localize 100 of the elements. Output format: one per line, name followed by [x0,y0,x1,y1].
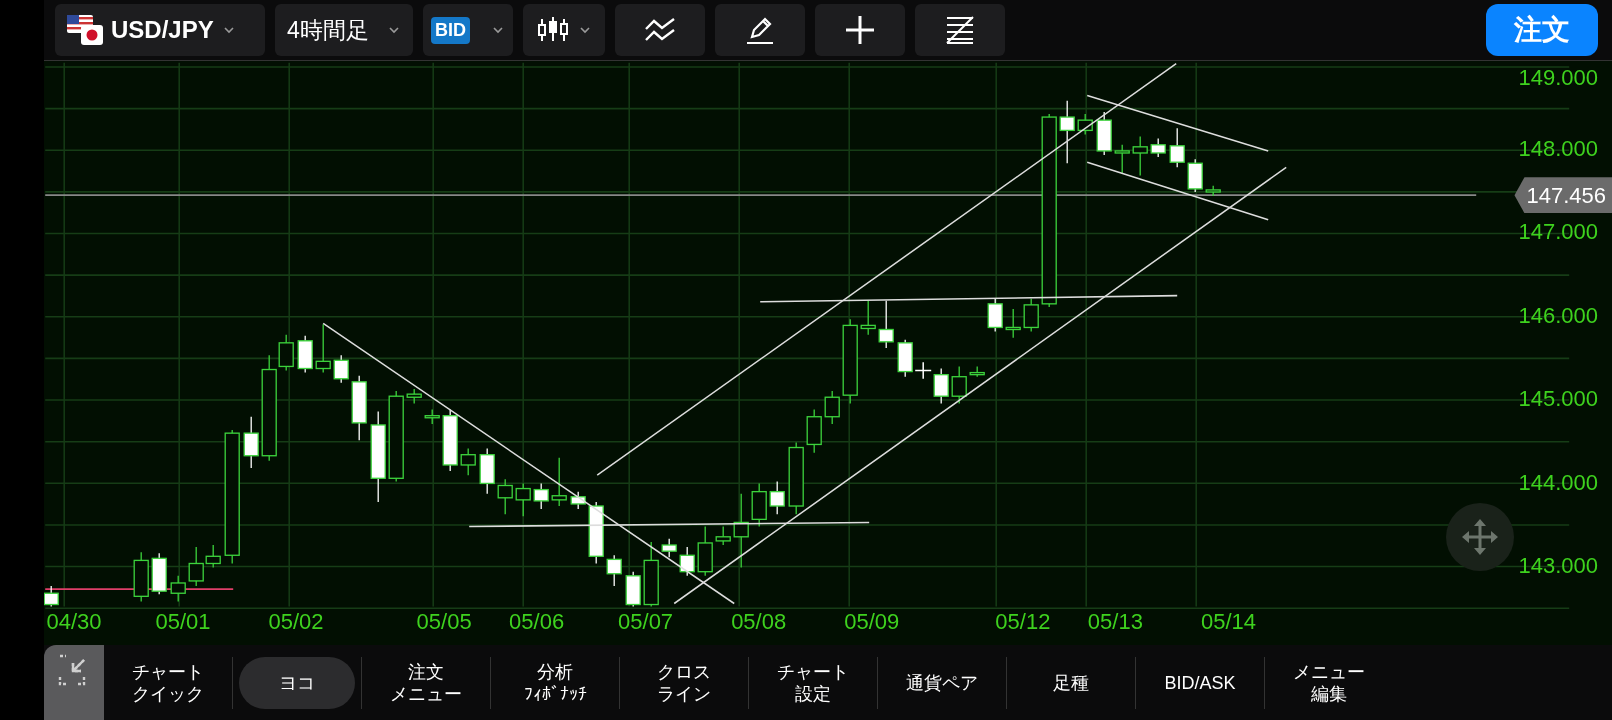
date-axis-label: 05/06 [509,611,565,633]
crosshair-icon [844,14,876,46]
candlestick [987,298,1003,333]
menu-tab[interactable]: ヨコ [239,656,355,709]
menu-tab[interactable]: 分析 ﾌｨﾎﾞﾅｯﾁ [507,656,603,709]
candlestick [333,354,349,384]
candlestick [661,538,677,558]
candlestick [1187,158,1203,193]
candlestick [969,365,985,378]
candlestick [1205,185,1221,197]
date-axis-label: 05/13 [1087,611,1143,633]
drawing-tool-button[interactable] [715,4,805,56]
candlestick [151,552,167,595]
candlestick [533,482,549,510]
candlestick [878,300,894,349]
candlestick [1169,127,1185,168]
trend-line[interactable] [468,521,870,528]
menu-tab[interactable]: 通貨ペア [890,656,994,709]
price-axis-label: 144.000 [1518,471,1598,494]
candlestick [769,480,785,515]
price-type-selector[interactable]: BID [423,4,513,56]
order-button[interactable]: 注文 [1486,4,1598,56]
candlestick-icon [536,16,570,44]
currency-pair-selector[interactable]: USD/JPY [55,4,265,56]
date-axis-label: 04/30 [46,611,102,633]
candlestick [625,571,641,608]
candlestick [1059,100,1075,164]
menu-tab[interactable]: メニュー 編集 [1277,656,1381,709]
price-axis-label: 145.000 [1518,388,1598,411]
candlestick [551,457,567,507]
candlestick [606,554,622,587]
candlestick [824,390,840,425]
candlestick [44,585,59,608]
candlestick [1114,144,1130,175]
candlestick [570,491,586,510]
timeframe-selector[interactable]: 4時間足 [275,4,413,56]
candlestick [297,335,313,374]
pencil-icon [744,15,776,45]
candlestick [406,388,422,405]
date-axis-label: 05/02 [268,611,324,633]
date-axis-label: 05/12 [995,611,1051,633]
date-axis-label: 05/05 [416,611,472,633]
candlestick [1150,137,1166,158]
date-axis-label: 05/01 [155,611,211,633]
date-axis-label: 05/09 [844,611,900,633]
candlestick [1023,298,1039,333]
price-axis-label: 148.000 [1518,138,1598,160]
menu-tab[interactable]: 注文 メニュー [374,656,478,709]
trend-line[interactable] [322,322,735,605]
candlestick [1077,113,1093,136]
candlestick [497,478,513,515]
trend-line[interactable] [596,62,1177,476]
candlestick [1132,135,1148,177]
candlestick [442,408,458,472]
candlestick [424,408,440,425]
candlestick [351,375,367,441]
indicator-button[interactable] [615,4,705,56]
date-axis-label: 05/07 [618,611,674,633]
candlestick [460,447,476,476]
crosshair-cursor-icon [914,361,932,380]
menu-tab[interactable]: チャート 設定 [761,656,865,709]
candlestick [697,525,713,577]
candlestick [588,501,604,565]
menu-tab[interactable]: クロス ライン [641,656,727,709]
menu-tab[interactable]: BID/ASK [1148,656,1252,709]
collapse-button[interactable] [44,645,104,720]
price-axis-label: 143.000 [1518,555,1598,577]
candlestick [170,575,186,603]
candlestick [897,339,913,378]
candlestick [1005,308,1021,339]
candlestick [1096,111,1112,156]
candlestick [751,482,767,528]
candlestick [133,551,149,603]
price-axis-label: 147.000 [1518,221,1598,244]
menu-tab[interactable]: チャート クイック [116,656,220,709]
trend-line[interactable] [673,166,1287,605]
candlestick [951,365,967,405]
candlestick [243,416,259,469]
price-axis-label: 149.000 [1518,67,1598,89]
flag-icon [67,15,103,45]
candlestick [933,367,949,405]
candlestick [515,482,531,517]
candlestick [315,323,331,374]
candlestick [806,408,822,454]
price-axis-label: 146.000 [1518,304,1598,327]
chart-type-selector[interactable] [523,4,605,56]
current-price-tag: 147.456 [1514,177,1612,214]
candlestick [479,447,495,495]
trend-line[interactable] [1086,161,1269,221]
candlestick [860,300,876,336]
crosshair-button[interactable] [815,4,905,56]
menu-tab[interactable]: 足種 [1037,656,1105,709]
date-axis-label: 05/08 [731,611,787,633]
candlestick [679,546,695,577]
candlestick [643,541,659,608]
trend-line[interactable] [759,294,1178,303]
candlestick [715,525,731,546]
move-arrows-icon [1460,517,1500,557]
trend-line[interactable] [1086,94,1269,152]
chart-area[interactable]: 149.000 148.000 147.000 146.000 145.000 144.000 143.000 147.456 04/30 05/01 05/02 05/05 05/06 05/07 05/08 05/09 05/12 05/13 05/14 [44,60,1612,645]
